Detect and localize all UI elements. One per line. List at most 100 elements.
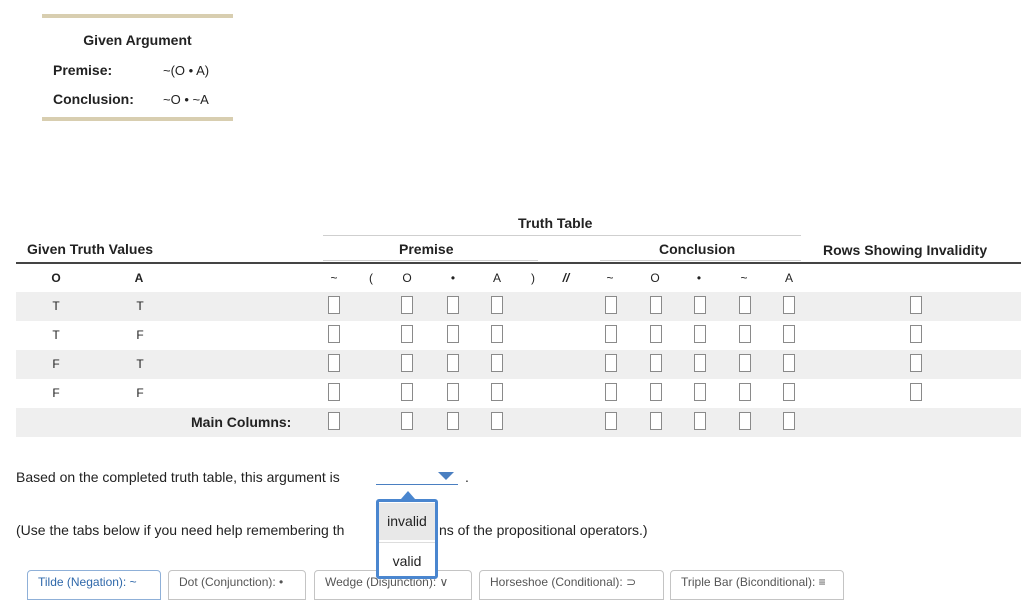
dropdown-caret (401, 491, 415, 499)
hint-text-start: (Use the tabs below if you need help rem… (16, 522, 345, 538)
invalidity-row-checkbox[interactable] (910, 354, 922, 372)
truth-cell-input[interactable] (328, 354, 340, 372)
premise-formula: ~(O • A) (163, 63, 210, 78)
col-symbol: ~ (740, 271, 748, 285)
truth-cell-input[interactable] (739, 383, 751, 401)
dropdown-option-invalid[interactable]: invalid (379, 503, 435, 540)
truth-cell-input[interactable] (650, 383, 662, 401)
col-symbol: • (450, 271, 456, 285)
truth-cell-input[interactable] (605, 383, 617, 401)
conclusion-header-rule (600, 260, 801, 261)
truth-value-a-row1: T (136, 299, 144, 313)
table-row-4 (16, 379, 1021, 408)
var-header-a: A (134, 271, 144, 285)
col-symbol: ) (531, 271, 535, 285)
truth-cell-input[interactable] (605, 325, 617, 343)
main-column-checkbox[interactable] (739, 412, 751, 430)
truth-value-o-row2: T (52, 328, 60, 342)
truth-value-o-row1: T (52, 299, 60, 313)
conclusion-label: Conclusion: (53, 91, 134, 107)
truth-cell-input[interactable] (328, 325, 340, 343)
truth-cell-input[interactable] (739, 296, 751, 314)
truth-cell-input[interactable] (694, 383, 706, 401)
truth-value-a-row2: F (136, 328, 144, 342)
truth-cell-input[interactable] (447, 296, 459, 314)
col-symbol: ( (369, 271, 373, 285)
main-column-checkbox[interactable] (694, 412, 706, 430)
truth-cell-input[interactable] (491, 354, 503, 372)
truth-cell-input[interactable] (401, 296, 413, 314)
question-period: . (465, 469, 469, 485)
truth-cell-input[interactable] (783, 296, 795, 314)
col-symbol: A (492, 271, 501, 285)
truth-cell-input[interactable] (739, 354, 751, 372)
given-truth-values-header: Given Truth Values (27, 241, 154, 257)
truth-table-title-rule (323, 235, 801, 236)
truth-cell-input[interactable] (447, 354, 459, 372)
table-row-2 (16, 321, 1021, 350)
truth-cell-input[interactable] (491, 325, 503, 343)
invalidity-row-checkbox[interactable] (910, 325, 922, 343)
col-symbol: • (696, 271, 702, 285)
truth-value-o-row4: F (52, 386, 60, 400)
truth-value-a-row4: F (136, 386, 144, 400)
truth-cell-input[interactable] (401, 354, 413, 372)
argument-separator: // (562, 271, 570, 285)
main-column-checkbox[interactable] (491, 412, 503, 430)
truth-cell-input[interactable] (694, 354, 706, 372)
truth-cell-input[interactable] (605, 296, 617, 314)
given-argument-title: Given Argument (83, 32, 192, 48)
main-column-checkbox[interactable] (605, 412, 617, 430)
truth-cell-input[interactable] (491, 296, 503, 314)
truth-cell-input[interactable] (783, 383, 795, 401)
truth-cell-input[interactable] (328, 383, 340, 401)
truth-cell-input[interactable] (605, 354, 617, 372)
conclusion-header: Conclusion (659, 241, 736, 257)
main-columns-label: Main Columns: (191, 414, 292, 430)
truth-cell-input[interactable] (401, 383, 413, 401)
truth-cell-input[interactable] (739, 325, 751, 343)
dropdown-option-valid[interactable]: valid (379, 542, 435, 580)
answer-dropdown[interactable] (376, 484, 458, 485)
truth-cell-input[interactable] (650, 325, 662, 343)
col-symbol: O (650, 271, 660, 285)
truth-cell-input[interactable] (694, 325, 706, 343)
truth-cell-input[interactable] (328, 296, 340, 314)
main-columns-row (16, 408, 1021, 437)
tab-tilde-negation[interactable]: Tilde (Negation): ~ (27, 570, 161, 600)
main-column-checkbox[interactable] (650, 412, 662, 430)
main-column-checkbox[interactable] (783, 412, 795, 430)
premise-header: Premise (399, 241, 454, 257)
main-column-checkbox[interactable] (401, 412, 413, 430)
chevron-down-icon[interactable] (438, 472, 454, 480)
given-argument-box: Given Argument Premise: ~(O • A) Conclus… (42, 14, 233, 121)
truth-cell-input[interactable] (650, 354, 662, 372)
truth-value-a-row3: T (136, 357, 144, 371)
conclusion-formula: ~O • ~A (163, 92, 209, 107)
rows-showing-invalidity-header: Rows Showing Invalidity (823, 242, 988, 258)
truth-value-o-row3: F (52, 357, 60, 371)
table-row-3 (16, 350, 1021, 379)
question-text: Based on the completed truth table, this… (16, 469, 340, 485)
main-column-checkbox[interactable] (447, 412, 459, 430)
tab-triple-bar-biconditional[interactable]: Triple Bar (Biconditional): ≡ (670, 570, 844, 600)
invalidity-row-checkbox[interactable] (910, 383, 922, 401)
col-symbol: ~ (330, 271, 338, 285)
truth-cell-input[interactable] (694, 296, 706, 314)
tab-dot-conjunction[interactable]: Dot (Conjunction): • (168, 570, 306, 600)
main-column-checkbox[interactable] (328, 412, 340, 430)
truth-cell-input[interactable] (783, 354, 795, 372)
truth-cell-input[interactable] (783, 325, 795, 343)
truth-cell-input[interactable] (401, 325, 413, 343)
truth-cell-input[interactable] (447, 325, 459, 343)
invalidity-row-checkbox[interactable] (910, 296, 922, 314)
hint-text-end: ns of the propositional operators.) (439, 522, 648, 538)
col-symbol: O (402, 271, 412, 285)
table-header-rule (16, 262, 1021, 264)
table-row-1 (16, 292, 1021, 321)
truth-cell-input[interactable] (650, 296, 662, 314)
col-symbol: A (784, 271, 793, 285)
tab-horseshoe-conditional[interactable]: Horseshoe (Conditional): ⊃ (479, 570, 664, 600)
truth-cell-input[interactable] (491, 383, 503, 401)
truth-cell-input[interactable] (447, 383, 459, 401)
